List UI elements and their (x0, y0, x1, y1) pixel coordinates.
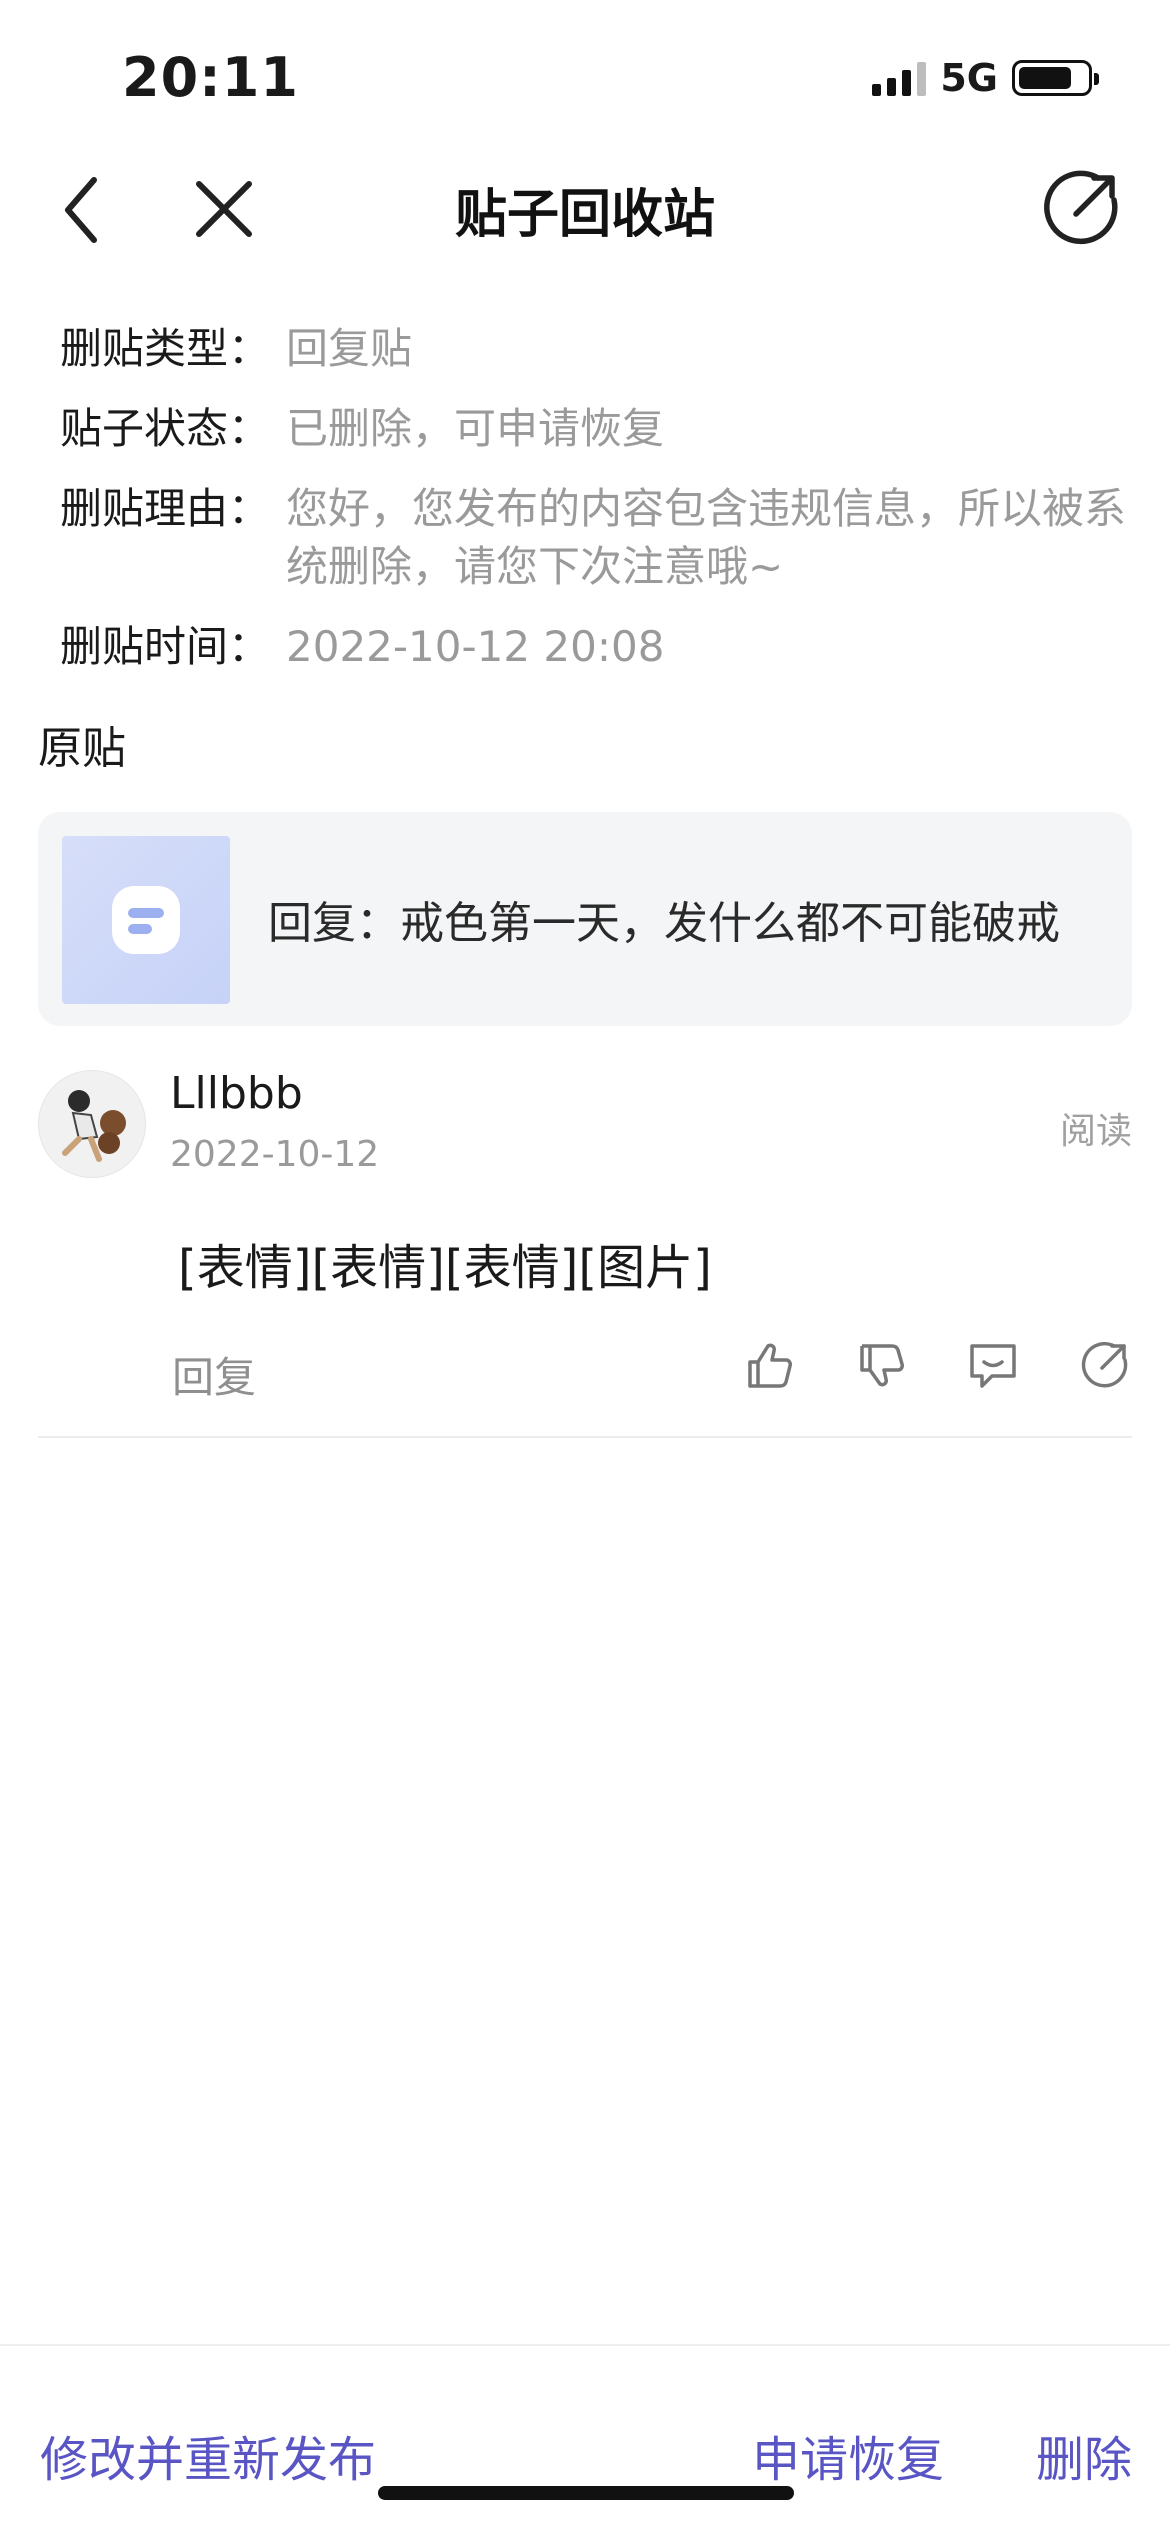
status-indicators: 5G (872, 56, 1099, 100)
app-logo-icon (112, 886, 180, 954)
avatar[interactable] (38, 1070, 146, 1178)
share-icon[interactable] (1078, 1338, 1132, 1392)
info-row-status: 贴子状态： 已删除，可申请恢复 (60, 400, 1140, 458)
post-date: 2022-10-12 (170, 1134, 380, 1175)
status-bar: 20:11 5G (0, 0, 1170, 150)
thumbs-up-icon[interactable] (742, 1338, 796, 1392)
deletion-info: 删贴类型： 回复贴 贴子状态： 已删除，可申请恢复 删贴理由： 您好，您发布的内… (60, 320, 1140, 698)
info-value: 您好，您发布的内容包含违规信息，所以被系统删除，请您下次注意哦~ (286, 484, 1127, 591)
home-indicator (378, 2486, 794, 2500)
original-post-heading: 原贴 (38, 723, 126, 774)
edit-and-republish-button[interactable]: 修改并重新发布 (40, 2420, 376, 2490)
info-label: 删贴理由： (60, 484, 271, 533)
info-label: 贴子状态： (60, 404, 271, 453)
read-count-label: 阅读 (1059, 1111, 1132, 1152)
navigation-bar: 贴子回收站 (0, 150, 1170, 270)
info-value: 2022-10-12 20:08 (286, 622, 665, 671)
battery-icon (1012, 60, 1099, 96)
page-title: 贴子回收站 (454, 185, 715, 245)
status-time: 20:11 (122, 46, 299, 109)
network-label: 5G (940, 56, 998, 100)
post-thumbnail (62, 836, 230, 1004)
divider (38, 1436, 1132, 1438)
username[interactable]: Lllbbb (170, 1068, 303, 1119)
request-restore-button[interactable]: 申请恢复 (752, 2420, 944, 2490)
info-label: 删贴时间： (60, 622, 271, 671)
thumbs-down-icon[interactable] (854, 1338, 908, 1392)
original-post-text: 回复：戒色第一天，发什么都不可能破戒 (268, 898, 1060, 949)
reply-button[interactable]: 回复 (172, 1344, 256, 1405)
signal-icon (872, 60, 927, 96)
share-icon[interactable] (1036, 164, 1126, 254)
reply-content: [表情][表情][表情][图片] (178, 1240, 712, 1296)
comment-icon[interactable] (966, 1338, 1020, 1392)
post-actions (742, 1338, 1132, 1392)
info-label: 删贴类型： (60, 324, 271, 373)
info-row-reason: 删贴理由： 您好，您发布的内容包含违规信息，所以被系统删除，请您下次注意哦~ (60, 480, 1140, 596)
info-row-type: 删贴类型： 回复贴 (60, 320, 1140, 378)
info-value: 回复贴 (286, 324, 413, 373)
original-post-card[interactable]: 回复：戒色第一天，发什么都不可能破戒 (38, 812, 1132, 1026)
info-value: 已删除，可申请恢复 (286, 404, 665, 453)
info-row-time: 删贴时间： 2022-10-12 20:08 (60, 618, 1140, 676)
bottom-action-bar: 修改并重新发布 申请恢复 删除 (0, 2344, 1170, 2532)
delete-button[interactable]: 删除 (1036, 2420, 1132, 2490)
